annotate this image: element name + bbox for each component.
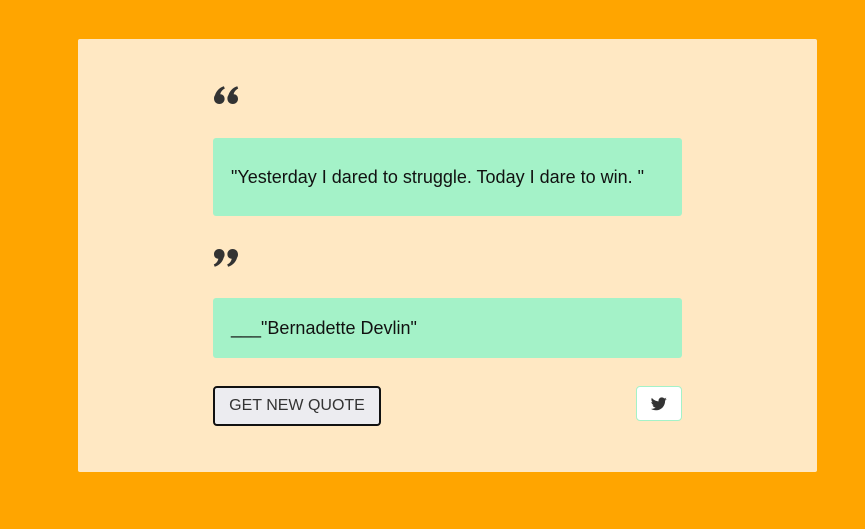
new-quote-button[interactable]: GET NEW QUOTE [213, 386, 381, 426]
quote-author: ___"Bernadette Devlin" [231, 317, 417, 338]
quote-left-icon [213, 85, 239, 109]
quote-author-box: ___"Bernadette Devlin" [213, 298, 682, 358]
quote-right-icon [213, 244, 239, 268]
quote-text: "Yesterday I dared to struggle. Today I … [231, 166, 645, 187]
quote-text-box: "Yesterday I dared to struggle. Today I … [213, 138, 682, 216]
twitter-icon [651, 396, 667, 411]
tweet-quote-button[interactable] [636, 386, 682, 421]
quote-card: "Yesterday I dared to struggle. Today I … [78, 39, 817, 472]
